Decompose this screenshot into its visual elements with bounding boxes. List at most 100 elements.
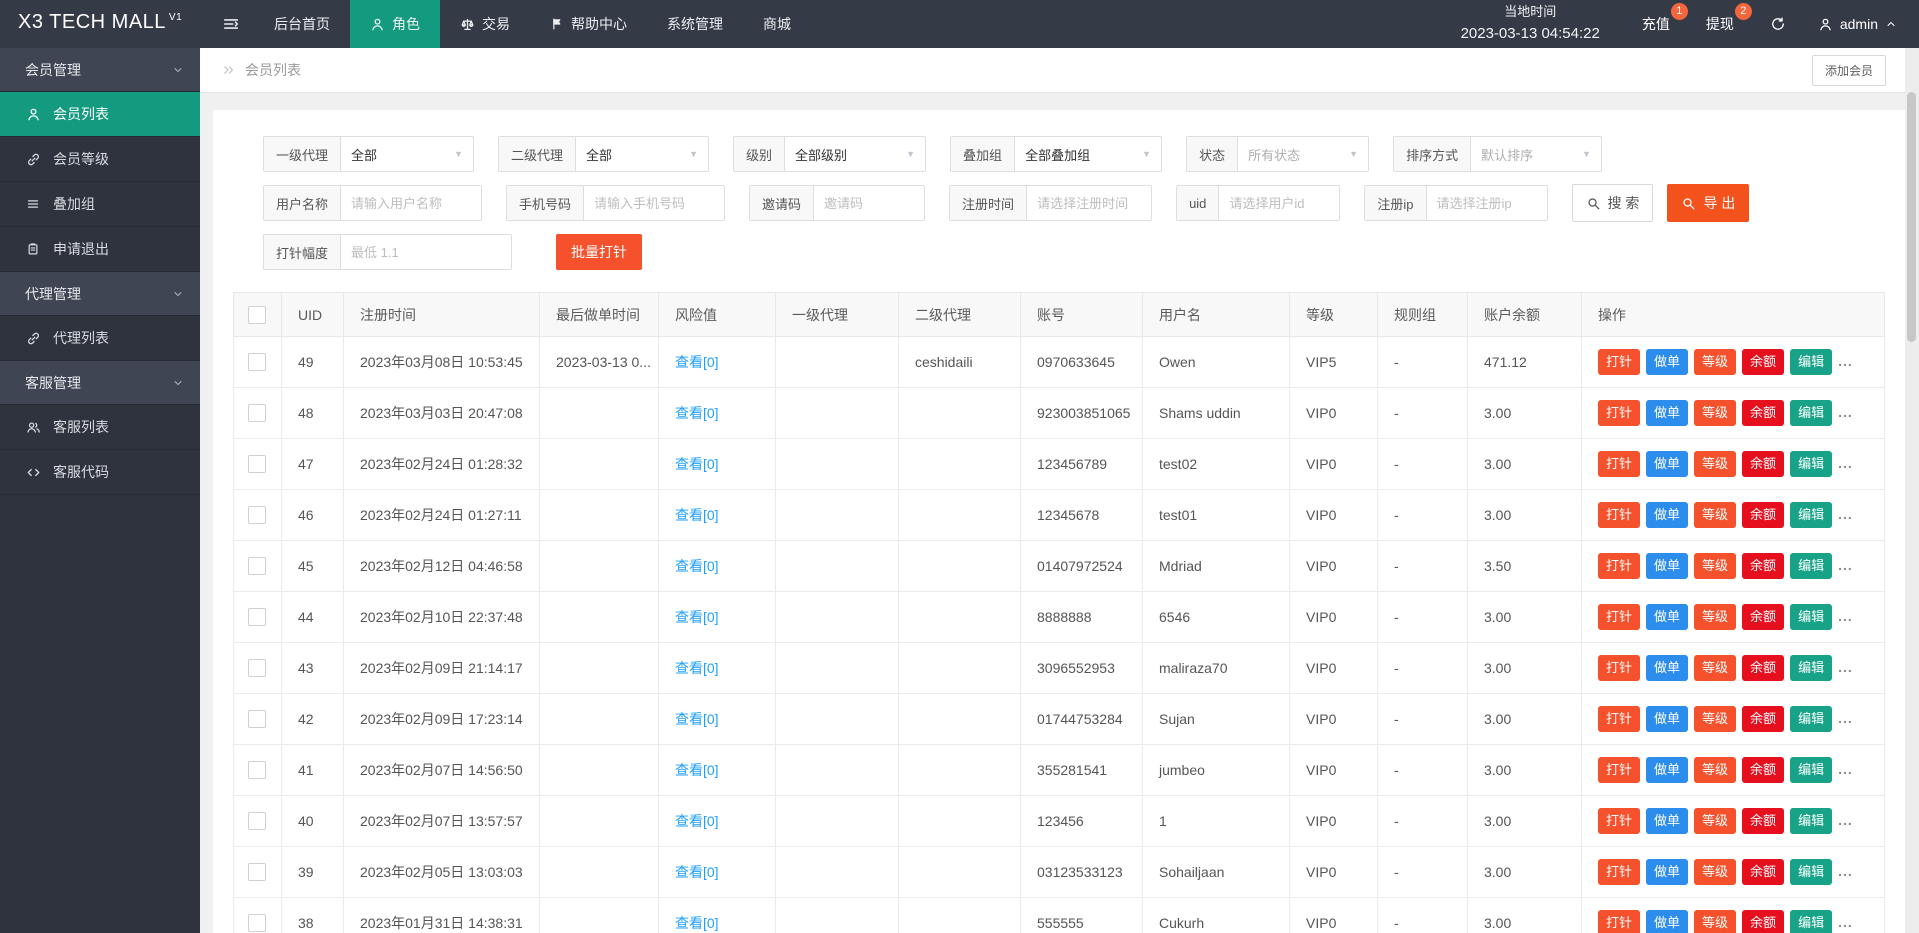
sidebar-item-3-2[interactable]: 客服代码: [0, 450, 200, 495]
action-button-1[interactable]: 打针: [1598, 349, 1641, 375]
sidebar-section-3[interactable]: 客服管理: [0, 361, 200, 405]
inject-range-input[interactable]: [341, 235, 512, 269]
action-button-1[interactable]: 打针: [1598, 451, 1641, 477]
action-button-5[interactable]: 编辑: [1790, 400, 1833, 426]
action-button-5[interactable]: 编辑: [1790, 349, 1833, 375]
action-button-1[interactable]: 打针: [1598, 757, 1641, 783]
action-button-1[interactable]: 打针: [1598, 808, 1641, 834]
sidebar-item-1-1[interactable]: 会员列表: [0, 92, 200, 137]
row-checkbox[interactable]: [248, 608, 266, 626]
sidebar-item-3-1[interactable]: 客服列表: [0, 405, 200, 450]
sidebar-item-2-1[interactable]: 代理列表: [0, 316, 200, 361]
more-actions-button[interactable]: ...: [1838, 812, 1853, 828]
filter-text-input[interactable]: [584, 186, 725, 220]
select-dropdown[interactable]: 所有状态 ▼: [1238, 137, 1368, 171]
action-button-1[interactable]: 打针: [1598, 706, 1641, 732]
scrollbar-thumb[interactable]: [1907, 92, 1916, 342]
row-checkbox[interactable]: [248, 710, 266, 728]
action-button-3[interactable]: 等级: [1694, 451, 1737, 477]
action-button-1[interactable]: 打针: [1598, 655, 1641, 681]
action-button-2[interactable]: 做单: [1646, 859, 1689, 885]
action-button-3[interactable]: 等级: [1694, 400, 1737, 426]
action-button-4[interactable]: 余额: [1742, 706, 1785, 732]
risk-view-link[interactable]: 查看[0]: [675, 405, 719, 421]
filter-text-input[interactable]: [1426, 186, 1547, 220]
action-button-5[interactable]: 编辑: [1790, 706, 1833, 732]
withdraw-button[interactable]: 提现 2: [1688, 0, 1752, 48]
action-button-3[interactable]: 等级: [1694, 604, 1737, 630]
action-button-5[interactable]: 编辑: [1790, 757, 1833, 783]
action-button-3[interactable]: 等级: [1694, 808, 1737, 834]
action-button-1[interactable]: 打针: [1598, 604, 1641, 630]
action-button-4[interactable]: 余额: [1742, 451, 1785, 477]
more-actions-button[interactable]: ...: [1838, 608, 1853, 624]
add-member-button[interactable]: 添加会员: [1811, 54, 1886, 86]
risk-view-link[interactable]: 查看[0]: [675, 915, 719, 931]
action-button-2[interactable]: 做单: [1646, 910, 1689, 933]
action-button-4[interactable]: 余额: [1742, 553, 1785, 579]
action-button-1[interactable]: 打针: [1598, 553, 1641, 579]
action-button-3[interactable]: 等级: [1694, 706, 1737, 732]
action-button-4[interactable]: 余额: [1742, 910, 1785, 933]
action-button-3[interactable]: 等级: [1694, 502, 1737, 528]
sidebar-item-1-3[interactable]: 叠加组: [0, 182, 200, 227]
select-dropdown[interactable]: 全部 ▼: [341, 137, 473, 171]
action-button-2[interactable]: 做单: [1646, 553, 1689, 579]
action-button-1[interactable]: 打针: [1598, 400, 1641, 426]
risk-view-link[interactable]: 查看[0]: [675, 813, 719, 829]
action-button-5[interactable]: 编辑: [1790, 655, 1833, 681]
search-button[interactable]: 搜 索: [1571, 184, 1654, 222]
action-button-2[interactable]: 做单: [1646, 451, 1689, 477]
more-actions-button[interactable]: ...: [1838, 557, 1853, 573]
row-checkbox[interactable]: [248, 353, 266, 371]
sidebar-section-2[interactable]: 代理管理: [0, 272, 200, 316]
action-button-5[interactable]: 编辑: [1790, 910, 1833, 933]
action-button-3[interactable]: 等级: [1694, 910, 1737, 933]
action-button-1[interactable]: 打针: [1598, 910, 1641, 933]
nav-item-4[interactable]: 帮助中心: [530, 0, 647, 48]
more-actions-button[interactable]: ...: [1838, 710, 1853, 726]
batch-inject-button[interactable]: 批量打针: [556, 234, 643, 270]
more-actions-button[interactable]: ...: [1838, 914, 1853, 930]
nav-item-6[interactable]: 商城: [743, 0, 811, 48]
row-checkbox[interactable]: [248, 761, 266, 779]
filter-text-input[interactable]: [814, 186, 925, 220]
select-dropdown[interactable]: 全部级别 ▼: [785, 137, 925, 171]
nav-item-3[interactable]: 交易: [440, 0, 530, 48]
action-button-2[interactable]: 做单: [1646, 655, 1689, 681]
risk-view-link[interactable]: 查看[0]: [675, 354, 719, 370]
action-button-2[interactable]: 做单: [1646, 757, 1689, 783]
action-button-5[interactable]: 编辑: [1790, 859, 1833, 885]
more-actions-button[interactable]: ...: [1838, 761, 1853, 777]
action-button-5[interactable]: 编辑: [1790, 502, 1833, 528]
action-button-5[interactable]: 编辑: [1790, 553, 1833, 579]
more-actions-button[interactable]: ...: [1838, 659, 1853, 675]
risk-view-link[interactable]: 查看[0]: [675, 864, 719, 880]
risk-view-link[interactable]: 查看[0]: [675, 456, 719, 472]
action-button-2[interactable]: 做单: [1646, 349, 1689, 375]
action-button-5[interactable]: 编辑: [1790, 808, 1833, 834]
risk-view-link[interactable]: 查看[0]: [675, 609, 719, 625]
action-button-2[interactable]: 做单: [1646, 706, 1689, 732]
filter-text-input[interactable]: [1027, 186, 1152, 220]
action-button-4[interactable]: 余额: [1742, 808, 1785, 834]
action-button-2[interactable]: 做单: [1646, 808, 1689, 834]
sidebar-section-1[interactable]: 会员管理: [0, 48, 200, 92]
nav-item-1[interactable]: 后台首页: [254, 0, 350, 48]
action-button-4[interactable]: 余额: [1742, 502, 1785, 528]
action-button-4[interactable]: 余额: [1742, 757, 1785, 783]
more-actions-button[interactable]: ...: [1838, 506, 1853, 522]
action-button-3[interactable]: 等级: [1694, 655, 1737, 681]
action-button-3[interactable]: 等级: [1694, 859, 1737, 885]
action-button-4[interactable]: 余额: [1742, 400, 1785, 426]
recharge-button[interactable]: 充值 1: [1624, 0, 1688, 48]
more-actions-button[interactable]: ...: [1838, 353, 1853, 369]
nav-item-2[interactable]: 角色: [350, 0, 440, 48]
select-all-checkbox[interactable]: [248, 305, 266, 324]
risk-view-link[interactable]: 查看[0]: [675, 660, 719, 676]
action-button-4[interactable]: 余额: [1742, 655, 1785, 681]
row-checkbox[interactable]: [248, 455, 266, 473]
more-actions-button[interactable]: ...: [1838, 455, 1853, 471]
action-button-3[interactable]: 等级: [1694, 553, 1737, 579]
action-button-1[interactable]: 打针: [1598, 502, 1641, 528]
